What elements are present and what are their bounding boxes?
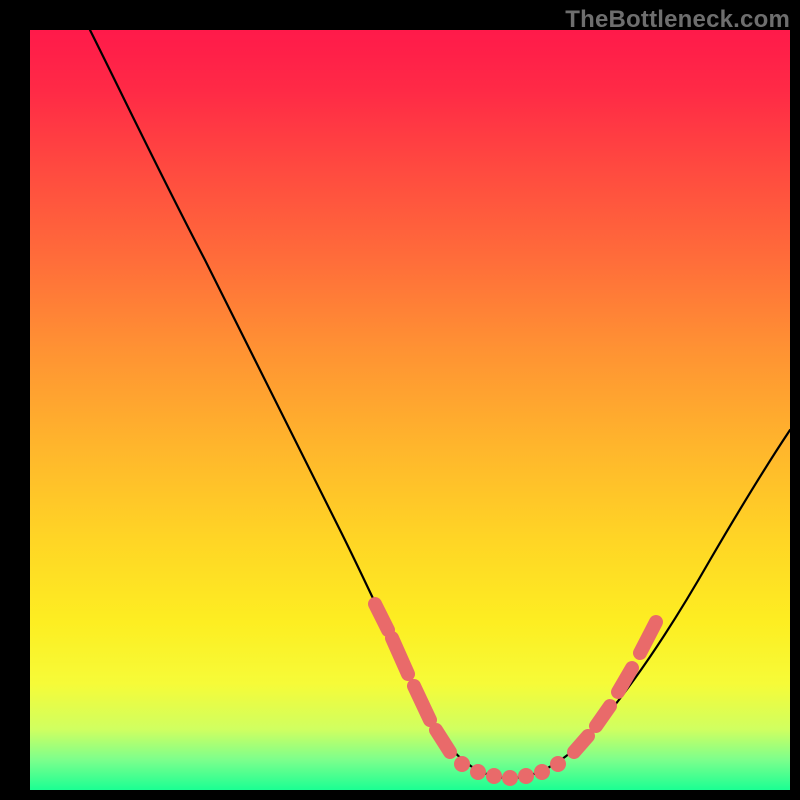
marker-dot bbox=[470, 764, 486, 780]
marker-seg bbox=[574, 736, 588, 752]
marker-group bbox=[375, 604, 656, 786]
marker-dot bbox=[550, 756, 566, 772]
marker-dot bbox=[454, 756, 470, 772]
marker-dot bbox=[502, 770, 518, 786]
marker-seg bbox=[596, 706, 610, 726]
marker-dot bbox=[486, 768, 502, 784]
marker-seg bbox=[375, 604, 388, 630]
chart-plot-area bbox=[30, 30, 790, 790]
marker-seg bbox=[414, 686, 430, 720]
marker-seg bbox=[618, 668, 632, 692]
marker-dot bbox=[518, 768, 534, 784]
marker-seg bbox=[392, 638, 408, 674]
marker-seg bbox=[640, 622, 656, 653]
watermark-text: TheBottleneck.com bbox=[565, 6, 790, 34]
chart-svg bbox=[30, 30, 790, 790]
bottleneck-curve bbox=[90, 30, 790, 778]
marker-dot bbox=[534, 764, 550, 780]
marker-seg bbox=[436, 730, 450, 752]
